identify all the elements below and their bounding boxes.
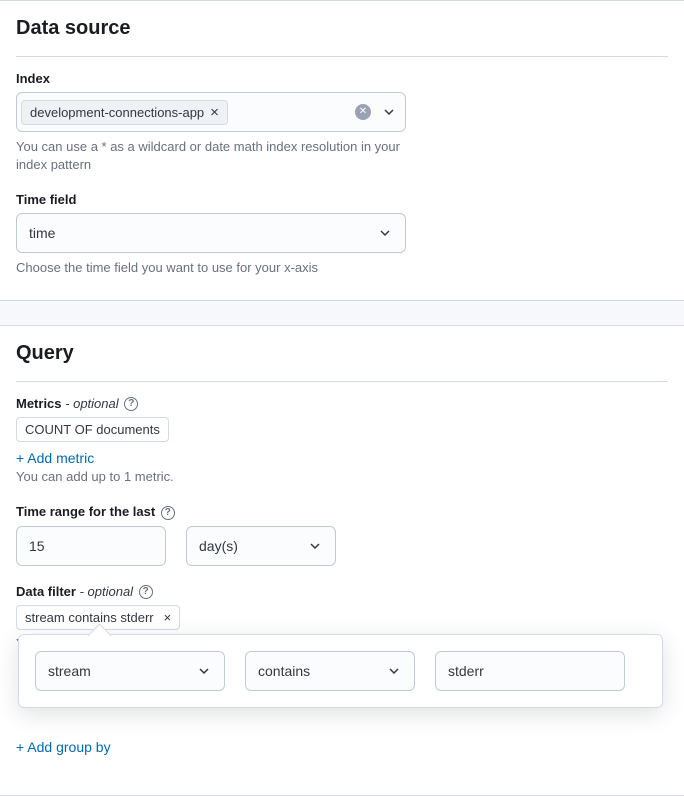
chevron-down-icon [386,663,402,679]
time-range-amount-input[interactable] [16,526,166,566]
time-field-select[interactable]: time [16,213,406,253]
section-title: Query [16,342,668,365]
index-chip[interactable]: development-connections-app × [21,100,228,125]
query-panel: Query Metrics - optional ? COUNT OF docu… [0,325,684,796]
data-filter-label: Data filter - optional ? [16,584,668,600]
add-metric-button[interactable]: + Add metric [16,450,94,466]
chevron-down-icon[interactable] [381,104,397,120]
time-field-group: Time field time Choose the time field yo… [16,192,668,277]
close-icon[interactable]: × [210,105,219,120]
help-icon[interactable]: ? [124,397,138,411]
index-label: Index [16,71,668,86]
time-field-value: time [29,225,55,241]
time-range-label: Time range for the last ? [16,504,668,520]
time-range-unit-select[interactable]: day(s) [186,526,336,566]
close-icon[interactable]: × [164,610,172,625]
data-source-panel: Data source Index development-connection… [0,0,684,301]
help-icon[interactable]: ? [139,585,153,599]
add-group-by-button[interactable]: + Add group by [16,739,111,755]
divider [16,381,668,382]
time-field-help: Choose the time field you want to use fo… [16,259,668,277]
chevron-down-icon [307,538,323,554]
index-chip-text: development-connections-app [30,105,204,120]
clear-icon[interactable]: ✕ [355,104,371,120]
section-title: Data source [16,17,668,40]
filter-popover: stream contains [18,634,663,708]
divider [16,56,668,57]
metric-chip[interactable]: COUNT OF documents [16,417,169,442]
filter-operator-select[interactable]: contains [245,651,415,691]
metrics-label: Metrics - optional ? [16,396,668,412]
index-combobox[interactable]: development-connections-app × ✕ [16,92,406,132]
index-group: Index development-connections-app × ✕ Yo… [16,71,668,174]
chevron-down-icon [196,663,212,679]
filter-field-select[interactable]: stream [35,651,225,691]
help-icon[interactable]: ? [161,506,175,520]
metrics-limit: You can add up to 1 metric. [16,468,668,486]
filter-value-input[interactable] [435,651,625,691]
index-help: You can use a * as a wildcard or date ma… [16,138,406,174]
time-field-label: Time field [16,192,668,207]
metrics-group: Metrics - optional ? COUNT OF documents … [16,396,668,487]
time-range-group: Time range for the last ? day(s) [16,504,668,566]
chevron-down-icon [377,225,393,241]
